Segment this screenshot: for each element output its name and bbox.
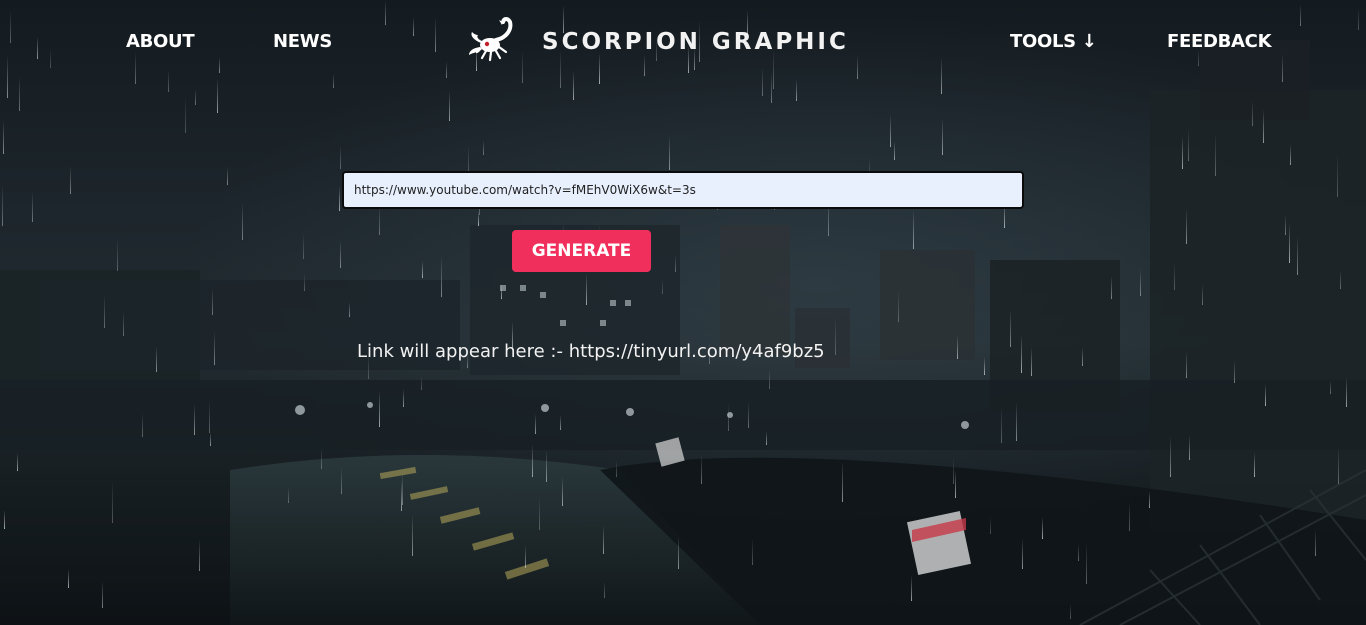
generate-button[interactable]: GENERATE (512, 230, 651, 272)
result-text: Link will appear here :- https://tinyurl… (357, 341, 825, 362)
scorpion-icon (469, 17, 513, 62)
result-prefix: Link will appear here :- (357, 341, 569, 362)
nav-news-link[interactable]: NEWS (273, 31, 332, 52)
nav-tools-dropdown[interactable]: TOOLS ↓ (1010, 31, 1097, 52)
short-link[interactable]: https://tinyurl.com/y4af9bz5 (569, 341, 825, 362)
nav-about-link[interactable]: ABOUT (126, 31, 195, 52)
nav-feedback-link[interactable]: FEEDBACK (1167, 31, 1272, 52)
background-city-scene (0, 0, 1366, 625)
url-input[interactable] (342, 171, 1024, 209)
brand-logo[interactable]: SCORPION GRAPHIC (466, 16, 849, 68)
city-silhouette (0, 40, 1366, 625)
brand-name: SCORPION GRAPHIC (542, 29, 849, 55)
